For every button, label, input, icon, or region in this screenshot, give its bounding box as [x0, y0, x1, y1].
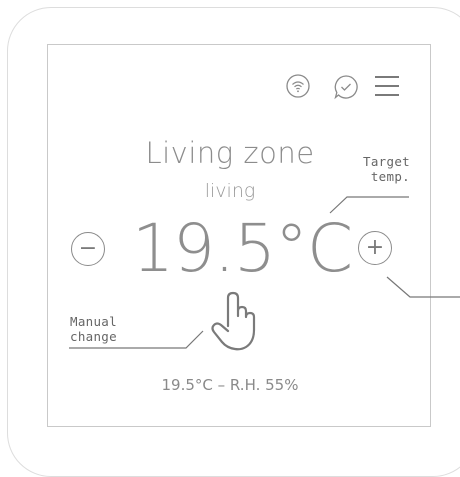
manual-change-annotation: Manual change — [70, 314, 117, 344]
target-temp-annotation: Target temp. — [360, 154, 410, 184]
annotation-lines — [69, 196, 460, 349]
annotation-text: Manual — [70, 314, 117, 329]
annotation-text: Target — [363, 154, 410, 169]
annotation-text: change — [70, 329, 117, 344]
annotation-text: temp. — [370, 169, 410, 184]
status-readout: 19.5°C – R.H. 55% — [161, 376, 299, 394]
